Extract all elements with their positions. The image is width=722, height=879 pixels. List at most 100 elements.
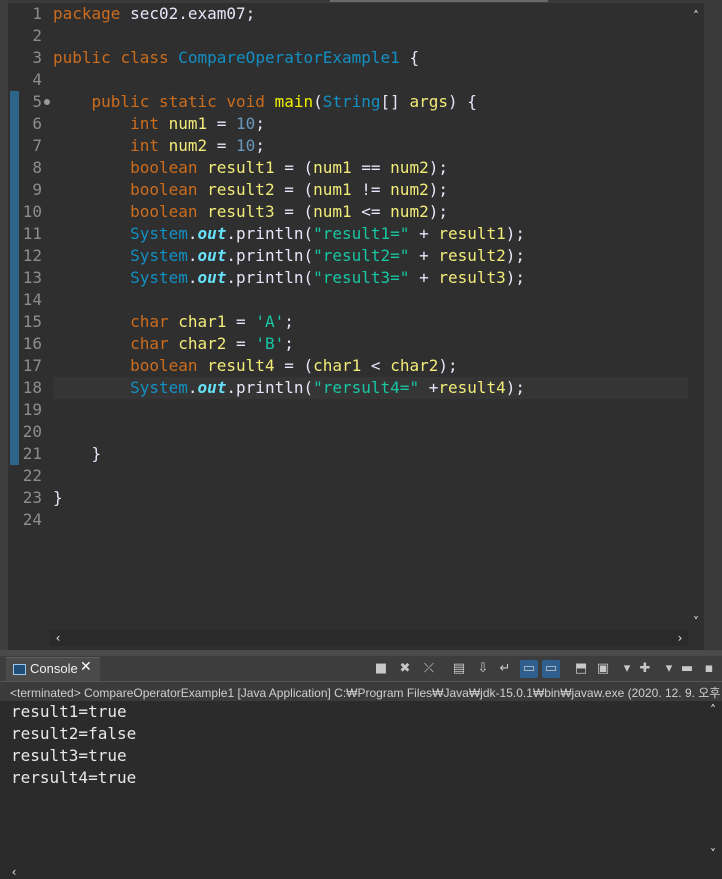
line-number: 16 xyxy=(22,334,42,353)
tab-console[interactable]: Console ✕ xyxy=(6,657,100,682)
code-token: num2 xyxy=(168,136,208,155)
code-token: result3 xyxy=(438,268,506,287)
console-output-line: result2=false xyxy=(11,724,137,743)
scroll-right-icon[interactable]: › xyxy=(672,631,688,645)
console-vertical-scrollbar[interactable]: ˄ ˅ xyxy=(704,701,722,865)
console-output[interactable]: result1=true result2=false result3=true rer… xyxy=(0,701,704,865)
editor-vertical-scrollbar[interactable]: ˄ ˅ xyxy=(688,3,704,630)
editor-horizontal-scrollbar[interactable]: ‹ › xyxy=(50,630,688,646)
code-token: out xyxy=(197,378,227,397)
line-number: 5 xyxy=(32,92,42,111)
code-token: package xyxy=(53,4,121,23)
code-line[interactable]: System.out.println("result3=" + result3)… xyxy=(53,267,525,289)
code-token: "result3=" xyxy=(313,268,410,287)
code-line[interactable]: package sec02.exam07; xyxy=(53,3,255,25)
code-line[interactable]: boolean result1 = (num1 == num2); xyxy=(53,157,448,179)
editor-tab-indicator xyxy=(330,0,548,2)
console-scroll-left-icon[interactable]: ‹ xyxy=(6,865,22,879)
code-token: { xyxy=(399,48,420,67)
remove-all-terminated-icon[interactable]: ⤫ xyxy=(420,660,438,678)
code-line[interactable]: public class CompareOperatorExample1 { xyxy=(53,47,419,69)
code-line[interactable]: System.out.println("result2=" + result2)… xyxy=(53,245,525,267)
code-token: public xyxy=(53,48,111,67)
code-token: out xyxy=(197,224,227,243)
remove-launch-icon[interactable]: ✖ xyxy=(396,660,414,678)
code-token: result1 xyxy=(207,158,275,177)
pin-console-icon[interactable]: ⬒ xyxy=(572,660,590,678)
scroll-up-icon[interactable]: ˄ xyxy=(688,9,704,23)
code-token: int xyxy=(130,136,159,155)
code-token: 'A' xyxy=(255,312,285,331)
console-status-line: <terminated> CompareOperatorExample1 [Ja… xyxy=(0,681,722,701)
code-line[interactable]: } xyxy=(53,487,63,509)
code-token: String xyxy=(322,92,381,111)
scroll-lock-icon[interactable]: ⇩ xyxy=(474,660,492,678)
code-line[interactable]: public static void main(String[] args) { xyxy=(53,91,477,113)
line-number: 12 xyxy=(22,246,42,265)
code-line[interactable]: } xyxy=(53,443,102,465)
editor-right-frame xyxy=(704,0,722,650)
code-token: } xyxy=(53,488,63,507)
clear-console-icon[interactable]: ▤ xyxy=(450,660,468,678)
code-line[interactable]: int num2 = 10; xyxy=(53,135,265,157)
code-token: = xyxy=(226,334,256,353)
code-line[interactable]: System.out.println("result1=" + result1)… xyxy=(53,223,525,245)
code-token: . xyxy=(187,268,198,287)
code-editor[interactable]: 1 2 3 4 5 6 7 8 9 10 11 12 13 14 15 16 17 18 19 20 21 22 23 24 … xyxy=(0,0,722,650)
code-token: num2 xyxy=(390,158,429,177)
line-number: 17 xyxy=(22,356,42,375)
word-wrap-icon[interactable]: ↵ xyxy=(496,660,514,678)
code-line[interactable]: char char2 = 'B'; xyxy=(53,333,294,355)
code-token: result4 xyxy=(438,378,506,397)
code-token: result1 xyxy=(438,224,506,243)
code-text-area[interactable]: package sec02.exam07; public class Compar… xyxy=(53,3,688,630)
code-token: ) { xyxy=(447,92,477,111)
open-console-icon[interactable]: ✚ xyxy=(636,660,654,678)
console-scroll-up-icon[interactable]: ˄ xyxy=(705,703,721,717)
console-horizontal-scrollbar[interactable]: ‹ xyxy=(0,865,722,879)
console-scroll-down-icon[interactable]: ˅ xyxy=(705,847,721,861)
maximize-icon[interactable]: ▪ xyxy=(700,660,718,678)
code-line[interactable]: int num1 = 10; xyxy=(53,113,265,135)
close-icon[interactable]: ✕ xyxy=(80,659,92,675)
show-on-stdout-icon[interactable]: ▭ xyxy=(520,660,538,678)
code-token: boolean xyxy=(130,356,198,375)
line-number: 23 xyxy=(22,488,42,507)
code-token: = ( xyxy=(274,180,314,199)
display-console-icon[interactable]: ▣ xyxy=(594,660,612,678)
line-number: 14 xyxy=(22,290,42,309)
open-dropdown-icon[interactable]: ▾ xyxy=(660,660,678,678)
console-output-line: result1=true xyxy=(11,702,127,721)
fold-toggle-icon[interactable] xyxy=(44,99,50,105)
code-line[interactable]: boolean result3 = (num1 <= num2); xyxy=(53,201,448,223)
code-token: ); xyxy=(428,202,448,221)
minimize-icon[interactable]: ▬ xyxy=(678,660,696,678)
code-line[interactable]: boolean result4 = (char1 < char2); xyxy=(53,355,458,377)
line-number: 4 xyxy=(32,70,42,89)
display-dropdown-icon[interactable]: ▾ xyxy=(618,660,636,678)
code-token: class xyxy=(120,48,169,67)
code-token: = ( xyxy=(274,356,314,375)
code-token: static xyxy=(158,92,217,111)
code-token: ); xyxy=(505,268,526,287)
code-token: "result1=" xyxy=(313,224,410,243)
code-token: = xyxy=(226,312,256,331)
code-token: < xyxy=(361,356,391,375)
scroll-left-icon[interactable]: ‹ xyxy=(50,631,66,645)
line-number: 11 xyxy=(22,224,42,243)
code-token: result2 xyxy=(207,180,275,199)
code-token: num1 xyxy=(168,114,208,133)
show-on-stderr-icon[interactable]: ▭ xyxy=(542,660,560,678)
code-line[interactable]: char char1 = 'A'; xyxy=(53,311,294,333)
code-line[interactable]: System.out.println("rersult4=" +result4)… xyxy=(53,377,688,399)
scroll-down-icon[interactable]: ˅ xyxy=(688,615,704,629)
code-line[interactable]: boolean result2 = (num1 != num2); xyxy=(53,179,448,201)
terminate-icon[interactable]: ■ xyxy=(372,660,390,678)
code-token: [] xyxy=(380,92,410,111)
